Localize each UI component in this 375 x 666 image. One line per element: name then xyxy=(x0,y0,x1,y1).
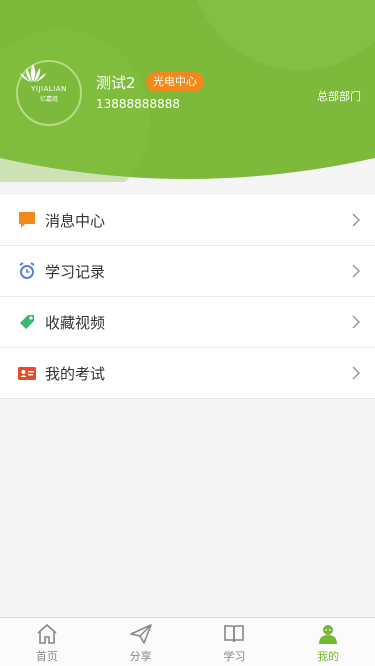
menu-item-favorite-videos[interactable]: 收藏视频 xyxy=(0,297,375,348)
person-icon xyxy=(319,625,338,644)
tag-icon xyxy=(16,311,38,333)
chat-bubble-icon xyxy=(16,209,38,231)
bottom-tab-bar: 首页 分享 学习 我的 xyxy=(0,617,375,666)
department-label: 总部部门 xyxy=(317,90,361,103)
chevron-right-icon xyxy=(352,366,361,380)
alarm-clock-icon xyxy=(16,260,38,282)
menu-item-label: 学习记录 xyxy=(45,262,106,281)
menu-item-messages[interactable]: 消息中心 xyxy=(0,195,375,246)
profile-menu: 消息中心 学习记录 收藏视频 我的考试 xyxy=(0,195,375,399)
avatar[interactable]: YIJIALIAN 亿嘉琏 xyxy=(16,60,82,126)
lotus-logo-icon xyxy=(20,64,46,82)
user-phone: 13888888888 xyxy=(96,97,180,111)
avatar-logo-text: YIJIALIAN xyxy=(31,84,67,93)
tab-study[interactable]: 学习 xyxy=(188,618,282,666)
tab-label: 首页 xyxy=(35,650,58,663)
paper-plane-icon xyxy=(129,624,152,644)
tab-label: 分享 xyxy=(129,650,152,663)
menu-item-label: 消息中心 xyxy=(45,211,106,230)
id-card-icon xyxy=(16,362,38,384)
center-badge: 光电中心 xyxy=(146,72,204,92)
chevron-right-icon xyxy=(352,315,361,329)
chevron-right-icon xyxy=(352,264,361,278)
tab-label: 我的 xyxy=(317,650,340,663)
menu-item-label: 我的考试 xyxy=(45,364,106,383)
user-name: 测试2 xyxy=(96,74,136,92)
tab-mine[interactable]: 我的 xyxy=(281,618,375,666)
tab-label: 学习 xyxy=(223,650,246,663)
menu-item-study-record[interactable]: 学习记录 xyxy=(0,246,375,297)
avatar-logo-subtext: 亿嘉琏 xyxy=(39,95,58,103)
book-icon xyxy=(224,625,245,643)
menu-item-my-exams[interactable]: 我的考试 xyxy=(0,348,375,399)
profile-header: YIJIALIAN 亿嘉琏 测试2 光电中心 13888888888 总部部门 xyxy=(0,0,375,182)
tab-home[interactable]: 首页 xyxy=(0,618,94,666)
menu-item-label: 收藏视频 xyxy=(45,313,106,332)
home-icon xyxy=(37,623,57,644)
tab-share[interactable]: 分享 xyxy=(94,618,188,666)
chevron-right-icon xyxy=(352,213,361,227)
